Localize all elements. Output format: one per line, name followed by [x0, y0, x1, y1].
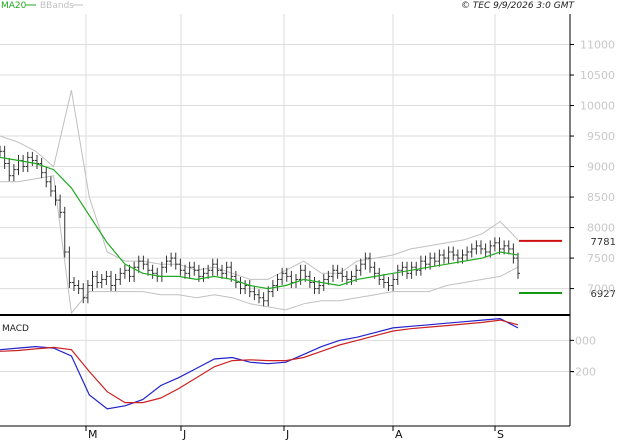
- legend-ma20-label: MA20: [1, 1, 27, 11]
- source-stamp: © TEC 9/9/2026 3:0 GMT: [461, 1, 576, 11]
- macd-y-axis: 000 -200: [570, 334, 596, 379]
- x-tick-label: S: [497, 428, 504, 440]
- x-tick-label: M: [88, 428, 98, 440]
- ma20-line: [0, 156, 519, 290]
- price-y-tick-label: 10500: [580, 69, 615, 82]
- header-legend: MA20 BBands © TEC 9/9/2026 3:0 GMT: [1, 1, 575, 11]
- resistance-level-label: 7781: [591, 237, 616, 248]
- x-axis: MJJAS: [0, 425, 570, 441]
- price-y-tick-label: 7500: [587, 252, 615, 265]
- macd-line: [0, 317, 519, 410]
- price-y-tick-label: 7000: [587, 283, 615, 296]
- bbands-layer: [0, 90, 519, 315]
- price-bars-layer: [0, 145, 520, 307]
- macd-y-tick-label: 000: [575, 334, 596, 347]
- price-y-tick-label: 11000: [580, 39, 615, 52]
- macd-title: MACD: [2, 324, 29, 334]
- price-y-tick-label: 10000: [580, 100, 615, 113]
- price-grid: [0, 14, 570, 426]
- price-y-axis: 11000 10500 10000 9500 9000 8500 8000 7500 7000: [570, 39, 615, 296]
- chart-canvas: MA20 BBands © TEC 9/9/2026 3:0 GMT 77816…: [0, 1, 616, 441]
- x-tick-label: J: [182, 428, 186, 440]
- price-y-tick-label: 9000: [587, 161, 615, 174]
- price-y-tick-label: 8000: [587, 222, 615, 235]
- x-tick-label: J: [285, 428, 289, 440]
- legend-bbands-label: BBands: [40, 1, 74, 11]
- bbands-line: [0, 90, 519, 280]
- price-y-tick-label: 9500: [587, 130, 615, 143]
- price-y-tick-label: 8500: [587, 191, 615, 204]
- macd-lines-layer: [0, 317, 519, 410]
- x-tick-label: A: [395, 428, 403, 440]
- macd-y-tick-label: -200: [571, 366, 596, 379]
- signal-line: [0, 319, 519, 404]
- ma20-layer: [0, 156, 519, 290]
